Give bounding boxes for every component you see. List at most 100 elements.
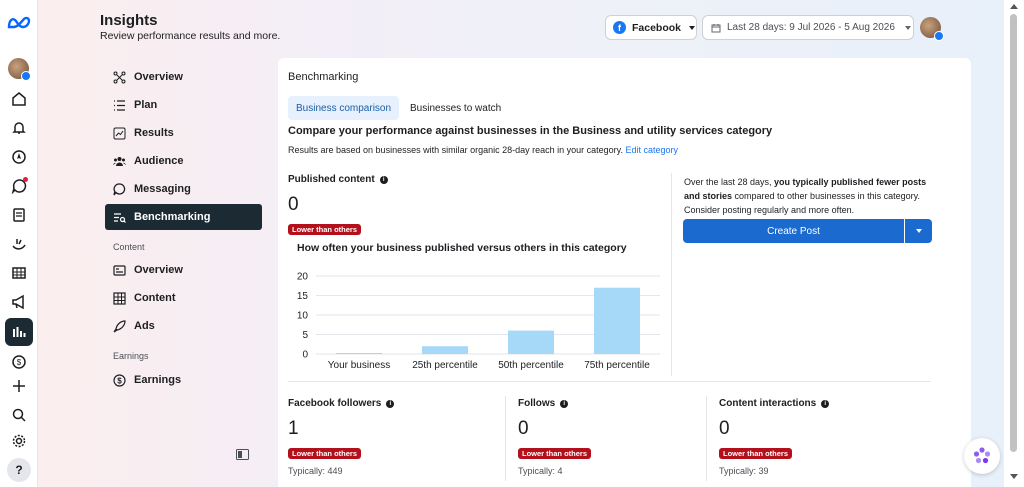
page-subtitle: Review performance results and more. [100,30,281,42]
assistant-button[interactable] [964,438,1000,474]
notification-dot [23,177,28,182]
comparison-description: Results are based on businesses with sim… [288,145,678,155]
metric-label-text: Content interactions [719,398,817,409]
profile-avatar[interactable] [8,58,31,81]
platform-selector[interactable]: f Facebook [605,15,697,40]
benchmark-icon [113,211,126,224]
date-range-label: Last 28 days: 9 Jul 2026 - 5 Aug 2026 [727,22,895,33]
card-title: Benchmarking [288,71,359,83]
chat-icon[interactable] [7,174,31,198]
nav-item-plan[interactable]: Plan [105,92,262,118]
bar-50th-percentile[interactable] [508,330,554,354]
scroll-down-arrow-icon[interactable] [1010,474,1018,479]
metric-label-text: Follows [518,398,556,409]
megaphone-icon[interactable] [7,290,31,314]
activity-icon[interactable] [7,232,31,256]
y-tick-label: 5 [302,330,308,341]
help-button[interactable]: ? [7,458,31,482]
nav-item-messaging[interactable]: Messaging [105,176,262,202]
create-post-dropdown-button[interactable] [905,219,932,243]
insight-text-pre: Over the last 28 days, [684,177,775,187]
x-tick-label: 50th percentile [498,360,564,371]
chevron-down-icon [915,229,922,233]
facebook-badge-icon [934,31,944,41]
chevron-down-icon [689,25,696,30]
nav-item-label: Plan [134,99,158,111]
y-tick-label: 10 [297,311,309,322]
nav-item-label: Results [134,127,174,139]
typical-value: Typically: 4 [518,466,563,476]
page-title: Insights [100,12,158,29]
nav-item-label: Messaging [134,183,191,195]
typical-value: Typically: 39 [719,466,769,476]
scroll-up-arrow-icon[interactable] [1010,4,1018,9]
nav-item-content[interactable]: Content [105,285,262,311]
home-icon[interactable] [7,87,31,111]
nav-item-ads[interactable]: Ads [105,313,262,339]
nav-item-overview[interactable]: Overview [105,64,262,90]
nav-item-label: Content [134,292,176,304]
collapse-sidebar-icon[interactable] [236,449,249,460]
main-area: Insights Review performance results and … [38,0,1004,487]
nav-item-benchmarking[interactable]: Benchmarking [105,204,262,230]
nav-item-results[interactable]: Results [105,120,262,146]
y-tick-label: 15 [297,291,309,302]
content-interactions-value: 0 [719,418,730,439]
nav-item-label: Overview [134,71,183,83]
scrollbar[interactable] [1004,0,1024,487]
x-tick-label: 75th percentile [584,360,650,371]
scroll-thumb[interactable] [1010,14,1017,452]
bar-75th-percentile[interactable] [594,287,640,354]
pages-icon[interactable] [7,203,31,227]
vertical-divider [671,173,672,376]
status-badge: Lower than others [518,448,592,459]
date-range-selector[interactable]: Last 28 days: 9 Jul 2026 - 5 Aug 2026 [702,15,914,40]
comparison-heading: Compare your performance against busines… [288,125,773,137]
info-icon[interactable]: i [386,399,395,408]
nav-item-label: Benchmarking [134,211,211,223]
svg-text:$: $ [17,358,22,367]
meta-logo-icon[interactable] [6,15,32,31]
create-post-button[interactable]: Create Post [683,219,904,243]
nav-item-label: Audience [134,155,184,167]
horizontal-divider [288,381,931,382]
tab-business-comparison[interactable]: Business comparison [288,96,400,120]
chat-bubble-icon [113,182,126,196]
edit-category-link[interactable]: Edit category [626,145,679,155]
content-overview-icon [113,264,126,277]
dollar-circle-icon: $ [113,373,126,387]
metric-label-text: Facebook followers [288,398,382,409]
dollar-icon[interactable]: $ [7,350,31,374]
bell-icon[interactable] [7,116,31,140]
table-icon[interactable] [7,261,31,285]
insights-icon[interactable] [5,318,33,346]
content-interactions-label: Content interactions i [719,398,830,409]
facebook-badge-icon [21,71,31,81]
nav-item-earnings[interactable]: $ Earnings [105,367,262,393]
published-content-label: Published content i [288,174,388,185]
platform-label: Facebook [632,21,682,34]
compass-icon[interactable] [7,145,31,169]
plus-icon[interactable] [7,374,31,398]
nav-section-content: Content [113,242,145,252]
facebook-followers-value: 1 [288,418,299,439]
facebook-followers-label: Facebook followers i [288,398,395,409]
info-icon[interactable]: i [379,175,388,184]
status-badge: Lower than others [719,448,793,459]
nav-item-audience[interactable]: Audience [105,148,262,174]
nav-item-content-overview[interactable]: Overview [105,257,262,283]
bar-your-business[interactable] [336,353,382,354]
nav-item-label: Overview [134,264,183,276]
nav-item-label: Ads [134,320,155,332]
info-icon[interactable]: i [821,399,830,408]
account-avatar[interactable] [920,17,944,41]
x-tick-label: Your business [328,360,390,371]
settings-icon[interactable] [7,429,31,453]
status-badge: Lower than others [288,224,362,235]
publishing-bar-chart: 0 5 10 15 20 Your business 25th percentile 50th… [297,272,660,371]
bar-25th-percentile[interactable] [422,346,468,354]
follows-value: 0 [518,418,529,439]
tab-businesses-to-watch[interactable]: Businesses to watch [402,96,509,120]
search-icon[interactable] [7,403,31,427]
info-icon[interactable]: i [560,399,569,408]
